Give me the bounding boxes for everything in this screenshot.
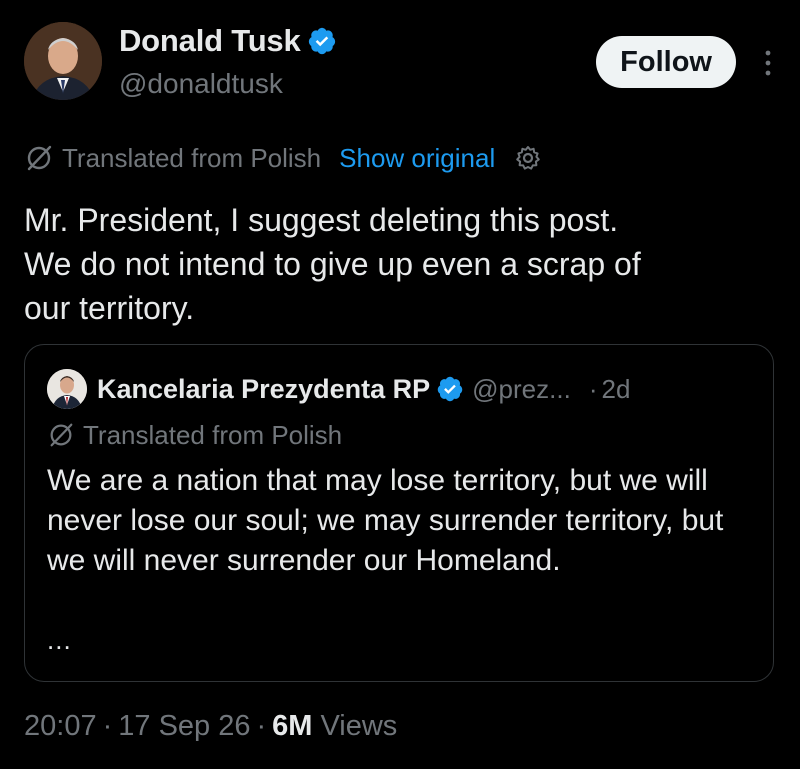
quoted-post-ellipsis: ... bbox=[47, 625, 72, 655]
quoted-post-header: Kancelaria Prezydenta RP @prez... · 2d bbox=[47, 369, 630, 409]
quoted-post-time[interactable]: 2d bbox=[601, 374, 630, 405]
more-options-button[interactable] bbox=[754, 48, 782, 78]
author-avatar-image bbox=[24, 22, 102, 100]
translation-bar: Translated from Polish Show original bbox=[24, 140, 543, 176]
quoted-post-dot-separator: · bbox=[588, 373, 598, 404]
quoted-author-avatar-image bbox=[47, 369, 87, 409]
gear-icon[interactable] bbox=[513, 143, 543, 173]
quoted-author-avatar[interactable] bbox=[47, 369, 87, 409]
author-display-name[interactable]: Donald Tusk bbox=[119, 22, 337, 60]
quoted-author-display-name[interactable]: Kancelaria Prezydenta RP bbox=[97, 374, 430, 405]
author-avatar[interactable] bbox=[24, 22, 102, 100]
show-original-link[interactable]: Show original bbox=[339, 143, 495, 174]
quoted-post-card[interactable]: Kancelaria Prezydenta RP @prez... · 2d T… bbox=[24, 344, 774, 682]
meta-separator: · bbox=[256, 709, 267, 742]
tweet-text: Mr. President, I suggest deleting this p… bbox=[24, 202, 641, 326]
meta-separator: · bbox=[102, 709, 113, 742]
quoted-author-handle[interactable]: @prez... bbox=[472, 374, 571, 405]
post-date[interactable]: 17 Sep 26 bbox=[118, 710, 250, 743]
views-label: Views bbox=[320, 709, 398, 742]
post-header: Donald Tusk @donaldtusk Follow bbox=[24, 22, 784, 102]
verified-badge-icon bbox=[437, 376, 463, 402]
quoted-translated-from-label: Translated from Polish bbox=[83, 419, 343, 450]
quoted-translation-bar: Translated from Polish bbox=[47, 417, 342, 453]
author-display-name-text[interactable]: Donald Tusk bbox=[119, 23, 301, 59]
translate-slashed-circle-icon bbox=[50, 423, 73, 447]
author-name-block: Donald Tusk @donaldtusk bbox=[119, 22, 337, 100]
post-meta: 20:07 · 17 Sep 26 · 6M Views bbox=[24, 706, 397, 746]
follow-button[interactable]: Follow bbox=[596, 36, 736, 88]
verified-badge-icon bbox=[308, 27, 335, 55]
post-time[interactable]: 20:07 bbox=[24, 710, 97, 743]
translated-from-label: Translated from Polish bbox=[62, 142, 322, 173]
translate-slashed-circle-icon bbox=[27, 145, 52, 171]
author-handle[interactable]: @donaldtusk bbox=[119, 68, 337, 100]
views-count[interactable]: 6M bbox=[272, 710, 312, 743]
quoted-post-text: We are a nation that may lose territory,… bbox=[47, 464, 724, 577]
vertical-ellipsis-icon bbox=[765, 50, 771, 76]
